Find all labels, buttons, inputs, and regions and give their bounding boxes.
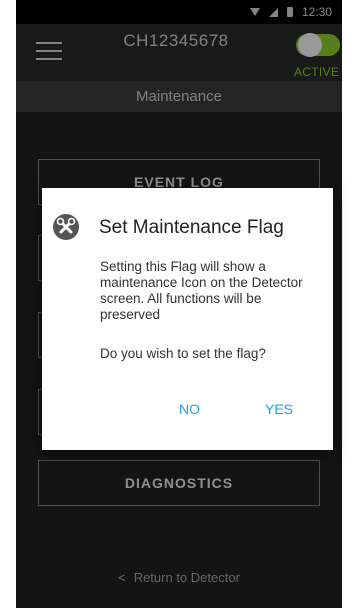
dialog-question: Do you wish to set the flag? [100,346,266,361]
dialog-message: Setting this Flag will show a maintenanc… [100,259,303,322]
no-button[interactable]: NO [179,401,200,417]
wrench-icon [53,214,79,240]
maintenance-flag-dialog: Set Maintenance Flag Setting this Flag w… [42,188,333,450]
dialog-title: Set Maintenance Flag [99,217,284,238]
yes-button[interactable]: YES [265,401,293,417]
